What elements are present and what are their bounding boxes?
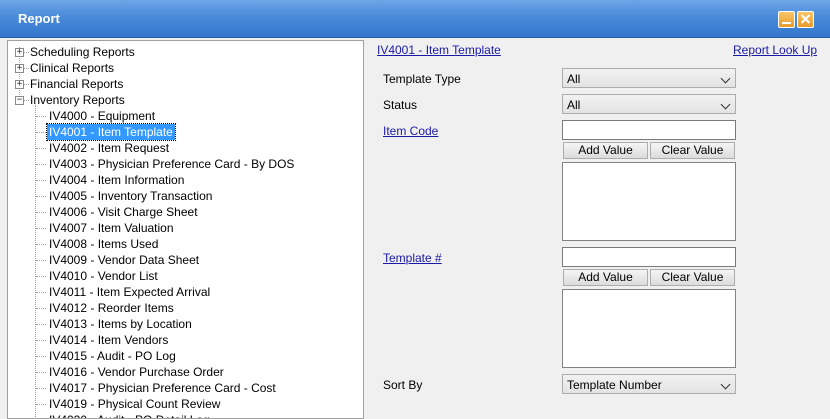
template-number-clear-button[interactable]: Clear Value	[650, 269, 735, 286]
tree-item[interactable]: IV4003 - Physician Preference Card - By …	[47, 156, 296, 172]
tree-connector	[36, 228, 46, 229]
tree-connector	[36, 308, 46, 309]
tree-item[interactable]: IV4012 - Reorder Items	[47, 300, 176, 316]
template-number-add-button[interactable]: Add Value	[563, 269, 648, 286]
tree-connector	[36, 388, 46, 389]
status-value: All	[567, 98, 581, 112]
tree-item[interactable]: IV4009 - Vendor Data Sheet	[47, 252, 201, 268]
minimize-icon[interactable]	[778, 11, 795, 28]
template-type-value: All	[567, 72, 581, 86]
tree-connector	[36, 260, 46, 261]
tree-item[interactable]: IV4002 - Item Request	[47, 140, 171, 156]
tree-item[interactable]: IV4008 - Items Used	[47, 236, 160, 252]
tree-item[interactable]: IV4014 - Item Vendors	[47, 332, 170, 348]
window-title: Report	[18, 11, 60, 26]
tree-connector	[36, 116, 46, 117]
sort-by-label: Sort By	[383, 378, 423, 392]
expand-icon[interactable]: +	[15, 80, 24, 89]
tree-connector	[36, 196, 46, 197]
title-bar: Report	[0, 0, 830, 38]
tree-connector	[36, 292, 46, 293]
template-number-link[interactable]: Template #	[383, 251, 442, 265]
tree-item[interactable]: IV4015 - Audit - PO Log	[47, 348, 178, 364]
tree-connector	[36, 148, 46, 149]
tree-connector	[36, 132, 46, 133]
tree-folder[interactable]: Financial Reports	[28, 76, 125, 92]
tree-connector	[36, 244, 46, 245]
tree-folder[interactable]: Scheduling Reports	[28, 44, 137, 60]
item-code-clear-button[interactable]: Clear Value	[650, 142, 735, 159]
tree-connector	[36, 372, 46, 373]
tree-connector	[36, 324, 46, 325]
collapse-icon[interactable]: −	[15, 96, 24, 105]
tree-folder[interactable]: Clinical Reports	[28, 60, 116, 76]
sort-by-select[interactable]: Template Number	[562, 374, 736, 394]
template-type-select[interactable]: All	[562, 68, 736, 88]
chevron-down-icon	[720, 73, 731, 84]
sort-by-value: Template Number	[567, 378, 662, 392]
item-code-link[interactable]: Item Code	[383, 124, 438, 138]
tree-item[interactable]: IV4017 - Physician Preference Card - Cos…	[47, 380, 278, 396]
tree-item[interactable]: IV4010 - Vendor List	[47, 268, 160, 284]
tree-item[interactable]: IV4006 - Visit Charge Sheet	[47, 204, 200, 220]
tree-connector	[36, 340, 46, 341]
template-number-values-list[interactable]	[562, 289, 736, 368]
chevron-down-icon	[720, 379, 731, 390]
tree-item[interactable]: IV4019 - Physical Count Review	[47, 396, 222, 412]
report-title-link[interactable]: IV4001 - Item Template	[377, 43, 501, 57]
report-lookup-link[interactable]: Report Look Up	[733, 43, 817, 57]
status-label: Status	[383, 98, 418, 112]
tree-connector	[36, 276, 46, 277]
tree-connector	[36, 180, 46, 181]
expand-icon[interactable]: +	[15, 64, 24, 73]
tree-connector	[36, 164, 46, 165]
item-code-add-button[interactable]: Add Value	[563, 142, 648, 159]
tree-item[interactable]: IV4005 - Inventory Transaction	[47, 188, 214, 204]
expand-icon[interactable]: +	[15, 48, 24, 57]
tree-item[interactable]: IV4011 - Item Expected Arrival	[47, 284, 212, 300]
tree-item[interactable]: IV4000 - Equipment	[47, 108, 157, 124]
tree-item[interactable]: IV4001 - Item Template	[46, 123, 176, 141]
tree-item[interactable]: IV4020 - Audit - PO Detail Log	[47, 412, 212, 418]
status-select[interactable]: All	[562, 94, 736, 114]
report-parameters-panel: IV4001 - Item Template Report Look Up Te…	[367, 40, 830, 419]
tree-connector	[36, 404, 46, 405]
chevron-down-icon	[720, 99, 731, 110]
tree-folder[interactable]: Inventory Reports	[28, 92, 127, 108]
tree-connector	[36, 212, 46, 213]
tree-item[interactable]: IV4013 - Items by Location	[47, 316, 194, 332]
template-type-label: Template Type	[383, 72, 461, 86]
item-code-values-list[interactable]	[562, 162, 736, 241]
report-tree[interactable]: + Scheduling Reports + Clinical Reports + Fin…	[7, 40, 364, 419]
close-icon[interactable]	[797, 11, 814, 28]
tree-item[interactable]: IV4016 - Vendor Purchase Order	[47, 364, 226, 380]
item-code-input[interactable]	[562, 120, 736, 140]
tree-connector	[36, 356, 46, 357]
tree-item[interactable]: IV4007 - Item Valuation	[47, 220, 176, 236]
template-number-input[interactable]	[562, 247, 736, 267]
tree-item[interactable]: IV4004 - Item Information	[47, 172, 186, 188]
